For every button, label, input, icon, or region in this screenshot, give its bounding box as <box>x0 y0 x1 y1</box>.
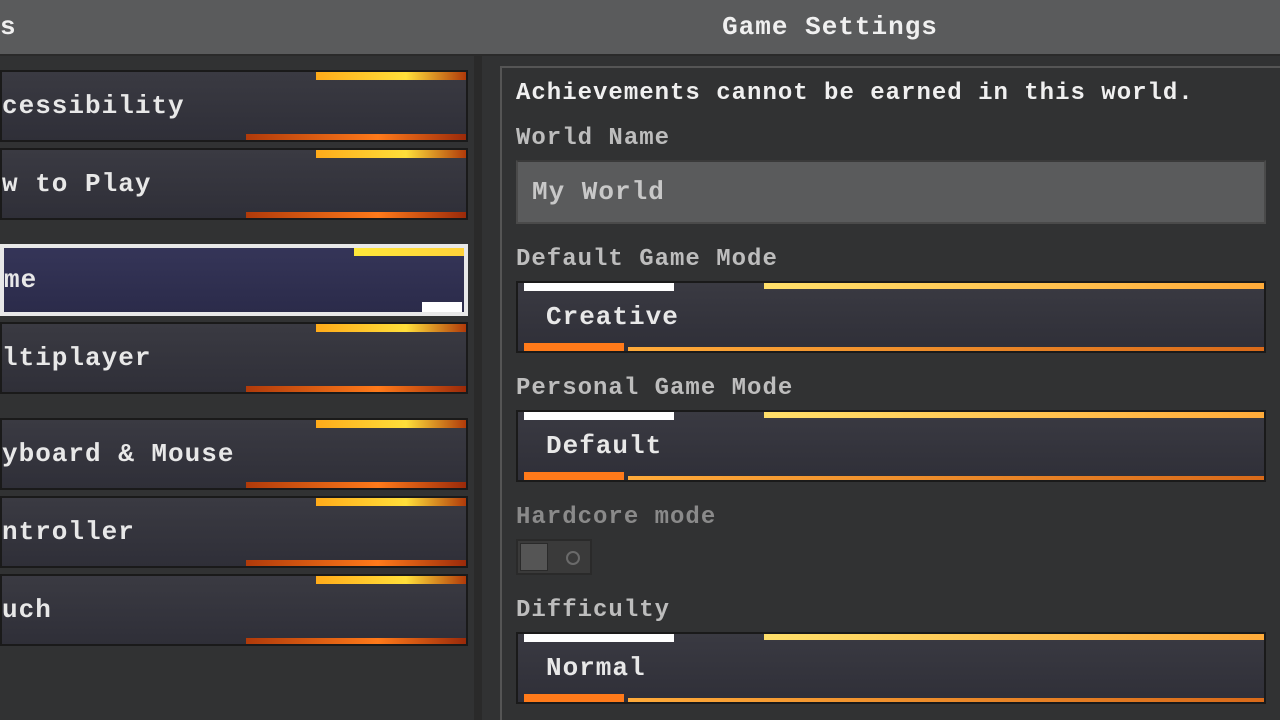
sidebar-item-accessibility[interactable]: cessibility <box>0 70 468 142</box>
sidebar-item-label: me <box>4 265 37 295</box>
dropdown-value: Normal <box>546 653 646 683</box>
difficulty-label: Difficulty <box>516 597 1266 624</box>
personal-game-mode-dropdown[interactable]: Default <box>516 410 1266 482</box>
sidebar-item-how-to-play[interactable]: w to Play <box>0 148 468 220</box>
achievements-warning: Achievements cannot be earned in this wo… <box>516 80 1266 107</box>
sidebar-item-keyboard-mouse[interactable]: yboard & Mouse <box>0 418 468 490</box>
sidebar-item-multiplayer[interactable]: ltiplayer <box>0 322 468 394</box>
sidebar-item-touch[interactable]: uch <box>0 574 468 646</box>
content-area: Achievements cannot be earned in this wo… <box>478 56 1280 720</box>
sidebar-group-3: yboard & Mouse ntroller uch <box>0 418 474 646</box>
hardcore-mode-label: Hardcore mode <box>516 504 1266 531</box>
dropdown-value: Creative <box>546 302 679 332</box>
default-game-mode-dropdown[interactable]: Creative <box>516 281 1266 353</box>
topbar-left-partial: s <box>0 12 480 42</box>
sidebar: cessibility w to Play me ltiplayer yboar… <box>0 56 478 720</box>
sidebar-item-controller[interactable]: ntroller <box>0 496 468 568</box>
sidebar-item-label: ltiplayer <box>2 343 151 373</box>
sidebar-item-label: cessibility <box>2 91 185 121</box>
settings-panel: Achievements cannot be earned in this wo… <box>500 66 1280 720</box>
title-bar: s Game Settings <box>0 0 1280 56</box>
hardcore-mode-toggle[interactable] <box>516 539 592 575</box>
sidebar-item-label: uch <box>2 595 52 625</box>
default-game-mode-label: Default Game Mode <box>516 246 1266 273</box>
toggle-knob <box>520 543 548 571</box>
page-title: Game Settings <box>480 12 1280 42</box>
sidebar-group-1: cessibility w to Play <box>0 70 474 220</box>
personal-game-mode-label: Personal Game Mode <box>516 375 1266 402</box>
toggle-off-icon <box>566 551 580 565</box>
main-layout: cessibility w to Play me ltiplayer yboar… <box>0 56 1280 720</box>
sidebar-item-game[interactable]: me <box>0 244 468 316</box>
sidebar-group-2: me ltiplayer <box>0 244 474 394</box>
sidebar-item-label: ntroller <box>2 517 135 547</box>
dropdown-value: Default <box>546 431 662 461</box>
sidebar-item-label: yboard & Mouse <box>2 439 234 469</box>
difficulty-dropdown[interactable]: Normal <box>516 632 1266 704</box>
world-name-label: World Name <box>516 125 1266 152</box>
sidebar-item-label: w to Play <box>2 169 151 199</box>
world-name-input[interactable] <box>516 160 1266 224</box>
